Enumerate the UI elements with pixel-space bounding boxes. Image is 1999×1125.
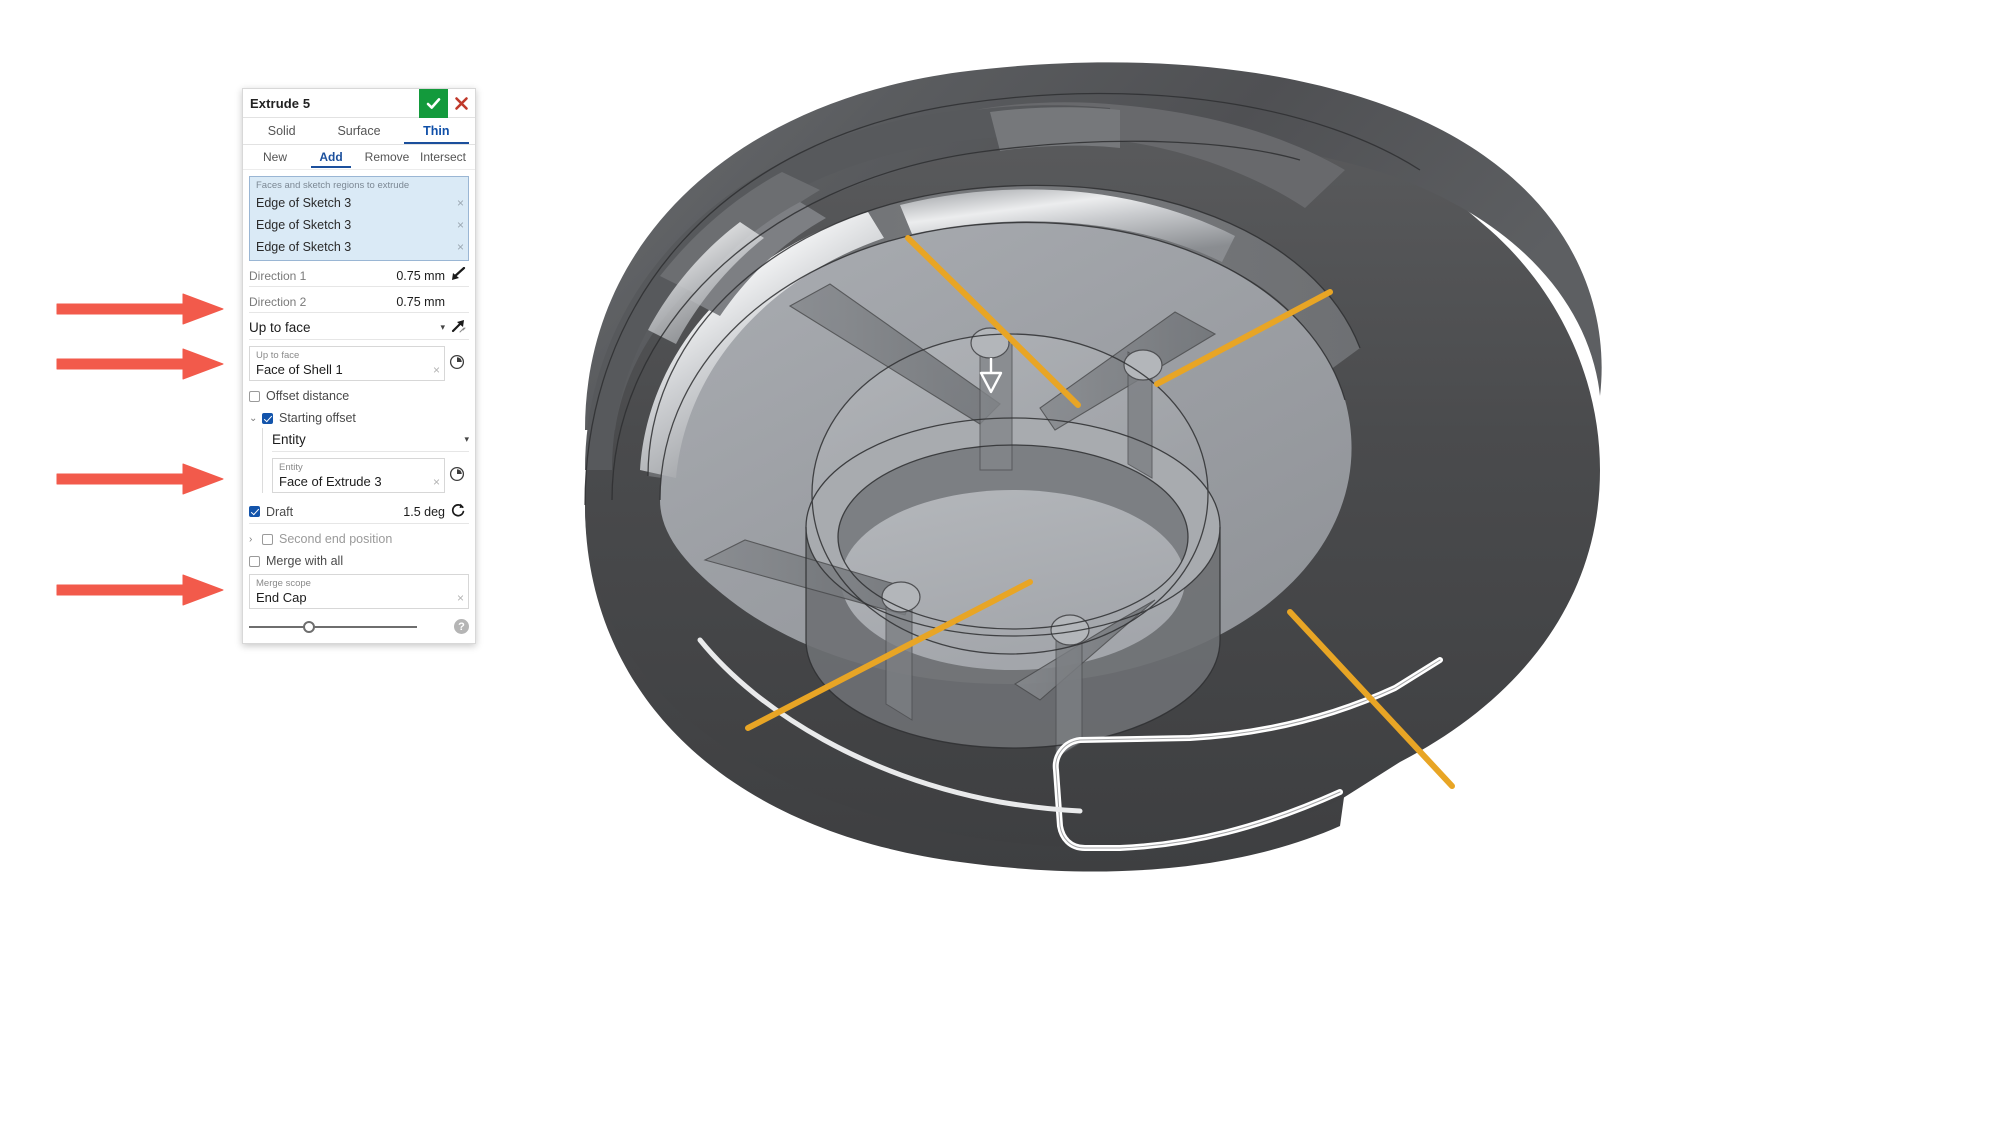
starting-offset-type-value: Entity [272,432,306,447]
tab-surface[interactable]: Surface [320,118,397,144]
offset-distance-checkbox[interactable] [249,390,260,402]
x-icon [455,96,468,110]
dialog-header: Extrude 5 [243,88,475,118]
confirm-button[interactable] [419,88,448,118]
entity-caption: Entity [279,462,303,473]
remove-icon[interactable]: × [457,591,464,605]
direction-1-row[interactable]: Direction 1 0.75 mm [249,265,469,287]
merge-with-all-label: Merge with all [266,554,344,568]
end-type-dropdown[interactable]: Up to face ▾ [249,316,469,340]
list-item-label: Edge of Sketch 3 [256,196,352,210]
starting-offset-row[interactable]: ⌄ Starting offset [249,411,469,425]
remove-icon[interactable]: × [433,475,440,489]
extrude-dialog[interactable]: Extrude 5 Solid Surface Thin New Add Rem… [242,88,476,644]
draft-checkbox[interactable] [249,506,260,517]
remove-icon[interactable]: × [433,363,440,377]
chevron-down-icon[interactable]: ⌄ [249,413,262,424]
offset-distance-row[interactable]: Offset distance [249,389,469,403]
tab-solid[interactable]: Solid [243,118,320,144]
flip-arrow-icon[interactable] [447,266,469,284]
arrow-direction1 [56,293,224,325]
list-item-label: Edge of Sketch 3 [256,218,352,232]
dialog-body: Faces and sketch regions to extrude Edge… [243,170,475,609]
tab-add[interactable]: Add [303,145,359,169]
check-icon [426,97,441,109]
secondary-tabs[interactable]: New Add Remove Intersect [243,145,475,170]
up-to-face-value: Face of Shell 1 [256,362,343,377]
direction-2-row[interactable]: Direction 2 0.75 mm [249,291,469,313]
tab-new[interactable]: New [247,145,303,169]
entity-value: Face of Extrude 3 [279,474,382,489]
direction-arrow-icon[interactable] [447,319,469,336]
primary-tabs[interactable]: Solid Surface Thin [243,118,475,145]
cancel-button[interactable] [448,89,475,118]
direction-1-value[interactable]: 0.75 mm [396,269,445,283]
list-item[interactable]: Edge of Sketch 3 × [250,214,468,236]
starting-offset-entity-field[interactable]: Entity Face of Extrude 3 × [272,458,445,493]
direction-2-value[interactable]: 0.75 mm [396,295,445,309]
starting-offset-group: Entity ▾ Entity Face of Extrude 3 × [262,428,469,493]
page-title: Extrude 5 [250,95,311,111]
chevron-down-icon[interactable]: ▾ [464,434,469,445]
end-type-value: Up to face [249,320,311,335]
starting-offset-checkbox[interactable] [262,412,273,424]
draft-label: Draft [266,504,294,519]
merge-scope-caption: Merge scope [256,578,311,589]
merge-with-all-row[interactable]: Merge with all [249,554,469,568]
remove-icon[interactable]: × [457,196,464,210]
up-to-face-field[interactable]: Up to face Face of Shell 1 × [249,346,445,381]
list-item[interactable]: Edge of Sketch 3 × [250,258,468,260]
second-end-position-label: Second end position [279,532,393,546]
arrow-draft [56,574,224,606]
selection-list-hint: Faces and sketch regions to extrude [256,180,410,191]
chevron-down-icon[interactable]: ▾ [440,322,445,333]
offset-distance-label: Offset distance [266,389,350,403]
tab-thin[interactable]: Thin [398,118,475,144]
history-clock-icon[interactable] [445,452,469,485]
second-end-position-row[interactable]: › Second end position [249,532,469,546]
list-item[interactable]: Edge of Sketch 3 × [250,236,468,258]
history-clock-icon[interactable] [445,340,469,373]
selection-list[interactable]: Faces and sketch regions to extrude Edge… [249,176,469,261]
remove-icon[interactable]: × [457,240,464,254]
arrow-endtype [56,348,224,380]
remove-icon[interactable]: × [457,218,464,232]
question-mark-icon[interactable]: ? [454,619,469,634]
direction-1-label: Direction 1 [249,268,307,283]
draft-row[interactable]: Draft 1.5 deg [249,502,469,524]
slider-knob[interactable] [303,620,316,633]
draft-value[interactable]: 1.5 deg [403,505,445,519]
starting-offset-label: Starting offset [279,411,356,425]
list-item[interactable]: Edge of Sketch 3 × [250,192,468,214]
second-end-position-checkbox[interactable] [262,533,273,545]
rotate-arrow-icon[interactable] [447,502,469,521]
arrow-starting-offset [56,463,224,495]
direction-2-label: Direction 2 [249,294,307,309]
tab-remove[interactable]: Remove [359,145,415,169]
starting-offset-type-dropdown[interactable]: Entity ▾ [272,428,469,452]
slider-track [249,625,417,628]
dialog-footer: ? [243,609,475,643]
list-item-label: Edge of Sketch 3 [256,240,352,254]
merge-scope-field[interactable]: Merge scope End Cap × [249,574,469,609]
chevron-right-icon[interactable]: › [249,534,262,545]
up-to-face-caption: Up to face [256,350,300,361]
merge-scope-value: End Cap [256,590,307,605]
merge-with-all-checkbox[interactable] [249,555,260,567]
opacity-slider[interactable] [249,620,417,633]
screenshot-root: Extrude 5 Solid Surface Thin New Add Rem… [0,0,1999,1125]
tab-intersect[interactable]: Intersect [415,145,471,169]
